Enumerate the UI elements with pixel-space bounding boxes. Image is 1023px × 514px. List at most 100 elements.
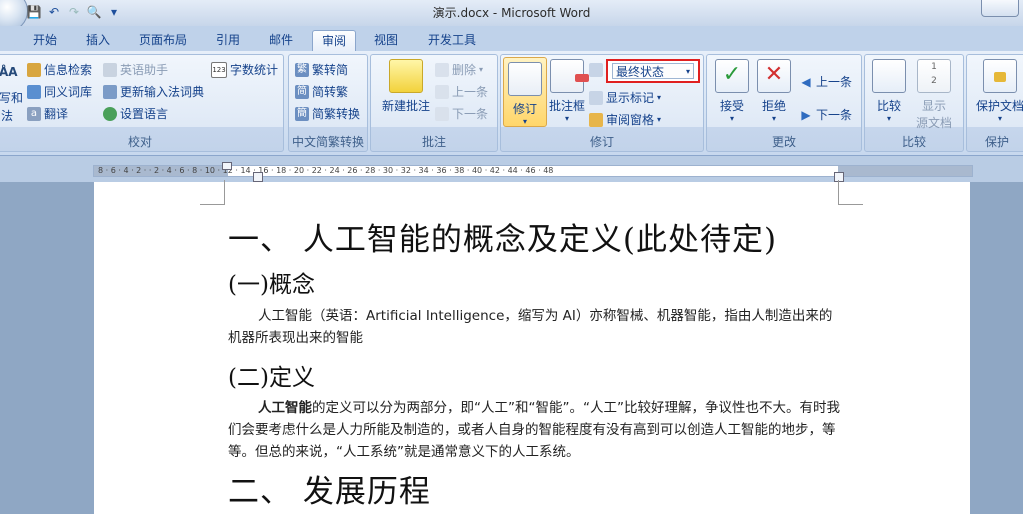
thesaurus-button[interactable]: 同义词库 [27,83,92,101]
simplified-to-traditional-button[interactable]: 简简转繁 [295,83,348,101]
next-change-button[interactable]: ▶ 下一条 [799,106,852,124]
show-source-documents-icon: 12 [917,59,951,93]
group-chinese-conversion: 繁繁转简 简简转繁 簡简繁转换 中文简繁转换 [288,54,368,152]
previous-comment-button[interactable]: 上一条 [435,83,488,101]
heading-2-definition[interactable]: (二)定义 [228,358,315,392]
chevron-down-icon: ▾ [685,67,690,76]
accept-button[interactable]: ✓ 接受 ▾ [713,59,751,123]
english-assistant-label: 英语助手 [120,63,169,77]
new-comment-icon [389,59,423,93]
horizontal-ruler[interactable]: 8 · 6 · 4 · 2 · · 2 · 4 · 6 · 8 · 10 · 1… [0,156,1023,182]
word-count-icon: 123 [211,62,227,78]
track-changes-icon [508,62,542,96]
tab-view[interactable]: 视图 [366,30,406,50]
tab-review[interactable]: 审阅 [312,30,356,52]
show-markup-button[interactable]: 显示标记 ▾ [589,89,661,107]
heading-1-concept[interactable]: 一、 人工智能的概念及定义(此处待定) [228,214,777,259]
group-comments: 新建批注 删除 ▾ 上一条 下一条 批注 [370,54,498,152]
new-comment-button[interactable]: 新建批注 [377,59,435,114]
balloons-button[interactable]: 批注框 ▾ [547,59,589,123]
hanging-indent-handle[interactable] [253,172,263,182]
group-label-changes: 更改 [771,135,796,149]
ime-dictionary-icon [103,85,117,99]
reject-button[interactable]: ✕ 拒绝 ▾ [755,59,793,123]
display-for-review-dropdown[interactable]: 最终状态 ▾ [612,63,694,79]
definition-text: 的定义可以分为两部分，即“人工”和“智能”。“人工”比较好理解，争议性也不大。有… [228,400,840,460]
new-comment-label: 新建批注 [381,99,430,113]
show-source-label-line2: 源文档 [915,116,952,130]
heading-2-concept[interactable]: (一)概念 [228,265,315,299]
margin-corner-right [838,180,863,205]
display-for-review-glyph [589,63,603,77]
window-title: 演示.docx - Microsoft Word [432,6,591,20]
chinese-conversion-button[interactable]: 簡简繁转换 [295,105,360,123]
thesaurus-icon [27,85,41,99]
group-label-protect: 保护 [984,135,1009,149]
translate-label: 翻译 [44,107,69,121]
update-ime-dictionary-button[interactable]: 更新输入法词典 [103,83,204,101]
display-for-review-icon [589,61,603,79]
simplified-to-traditional-icon: 简 [295,85,309,99]
tab-mailings[interactable]: 邮件 [261,30,301,50]
lock-icon [983,59,1017,93]
compare-label: 比较 [876,99,901,113]
spelling-label-line2: 法 [1,109,14,123]
show-markup-icon [589,91,603,105]
group-label-proofing: 校对 [127,135,152,149]
window-control-button[interactable] [981,0,1019,17]
margin-corner-left [200,180,225,205]
traditional-to-simplified-button[interactable]: 繁繁转简 [295,61,348,79]
tab-references[interactable]: 引用 [208,30,248,50]
protect-document-button[interactable]: 保护文档 ▾ [971,59,1023,123]
research-icon [27,63,41,77]
set-language-button[interactable]: 设置语言 [103,105,168,123]
group-protect: 保护文档 ▾ 保护 [966,54,1023,152]
group-label-comments: 批注 [421,135,446,149]
spelling-label-line1: 写和 [0,91,24,105]
previous-change-icon: ◀ [801,75,811,89]
heading-1-history[interactable]: 二、 发展历程 [228,466,431,511]
next-change-icon: ▶ [801,108,811,122]
next-comment-button[interactable]: 下一条 [435,105,488,123]
english-assistant-button[interactable]: 英语助手 [103,61,168,79]
reviewing-pane-icon [589,113,603,127]
accept-icon: ✓ [715,59,749,93]
show-markup-label: 显示标记 [606,91,655,105]
delete-comment-label: 删除 [452,63,477,77]
english-assistant-icon [103,63,117,77]
group-compare: 比较 ▾ 12 显示 源文档 比较 [864,54,964,152]
group-changes: ✓ 接受 ▾ ✕ 拒绝 ▾ ◀ 上一条 ▶ 下一条 更改 [706,54,862,152]
chinese-conversion-icon: 簡 [295,107,309,121]
title-bar: 💾 ↶ ↷ 🔍 ▾ 演示.docx - Microsoft Word [0,0,1023,32]
previous-change-button[interactable]: ◀ 上一条 [799,73,852,91]
group-label-compare: 比较 [901,135,926,149]
previous-change-label: 上一条 [816,75,853,89]
thesaurus-label: 同义词库 [44,85,93,99]
tab-home[interactable]: 开始 [25,30,65,50]
tab-developer[interactable]: 开发工具 [421,30,483,50]
compare-button[interactable]: 比较 ▾ [869,59,909,123]
paragraph-concept[interactable]: 人工智能（英语：Artificial Intelligence，缩写为 AI）亦… [228,305,840,349]
reviewing-pane-button[interactable]: 审阅窗格 ▾ [589,111,661,129]
show-source-documents-button[interactable]: 12 显示 源文档 [911,59,957,131]
spelling-icon[interactable]: ÅA [0,63,18,81]
first-line-indent-handle[interactable] [222,162,232,170]
traditional-to-simplified-icon: 繁 [295,63,309,77]
display-for-review-value: 最终状态 [616,65,665,79]
translate-icon: a [27,107,41,121]
globe-icon [103,107,117,121]
translate-button[interactable]: a 翻译 [27,105,68,123]
paragraph-definition[interactable]: 人工智能的定义可以分为两部分，即“人工”和“智能”。“人工”比较好理解，争议性也… [228,397,840,463]
protect-document-label: 保护文档 [975,99,1023,113]
reject-icon: ✕ [757,59,791,93]
balloons-icon [550,59,589,93]
balloons-label: 批注框 [548,99,585,113]
tab-page-layout[interactable]: 页面布局 [133,30,193,50]
chinese-conversion-label: 简繁转换 [312,107,361,121]
delete-comment-button[interactable]: 删除 ▾ [435,61,483,79]
research-button[interactable]: 信息检索 [27,61,92,79]
ruler-marks: 8 · 6 · 4 · 2 · · 2 · 4 · 6 · 8 · 10 · 1… [98,166,554,175]
track-changes-button[interactable]: 修订 ▾ [503,57,547,127]
word-count-button[interactable]: 123 字数统计 [211,61,278,79]
tab-insert[interactable]: 插入 [78,30,118,50]
